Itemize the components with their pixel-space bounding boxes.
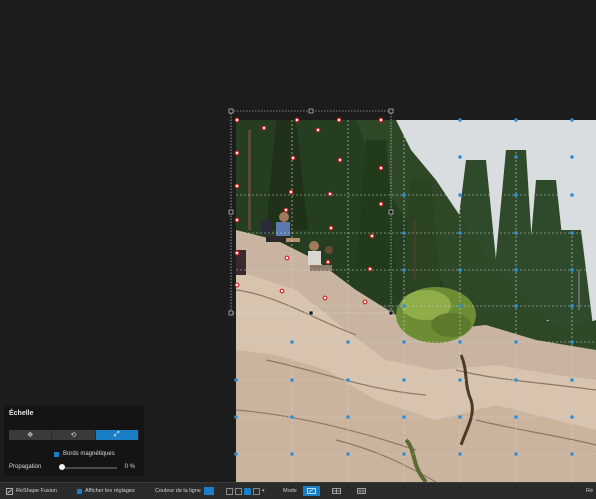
move-mode-button[interactable]: ✥ bbox=[9, 430, 53, 440]
layout-single-button[interactable] bbox=[226, 487, 233, 495]
grid-lines bbox=[236, 120, 596, 482]
selection-box[interactable] bbox=[228, 108, 394, 316]
selection-handles[interactable] bbox=[228, 108, 394, 316]
view-mode-mesh-button[interactable] bbox=[353, 486, 370, 496]
transform-mode-buttons: ✥ ⟲ ⤢ bbox=[9, 430, 139, 440]
scale-mode-button[interactable]: ⤢ bbox=[95, 430, 139, 440]
layout-buttons: ▾ bbox=[226, 483, 265, 499]
mode-label: Mode bbox=[283, 488, 297, 494]
chevron-down-icon[interactable]: ▾ bbox=[262, 488, 265, 494]
line-color-swatch[interactable] bbox=[204, 483, 214, 499]
propagation-value: 0 % bbox=[124, 464, 135, 470]
bottom-toolbar: ReShape Fusion Afficher les réglages Cou… bbox=[0, 482, 596, 499]
grid-icon bbox=[332, 488, 341, 494]
app-logo-icon bbox=[6, 483, 13, 499]
view-mode-overlay-button[interactable] bbox=[303, 486, 320, 496]
line-color-label: Couleur de la ligne bbox=[155, 488, 201, 494]
scale-icon: ⤢ bbox=[114, 431, 120, 438]
view-mode-grid-button[interactable] bbox=[328, 486, 345, 496]
control-points[interactable] bbox=[234, 117, 384, 305]
propagation-slider-track[interactable] bbox=[61, 467, 117, 469]
show-settings-label[interactable]: Afficher les réglages bbox=[85, 483, 135, 499]
layout-split-horizontal-button[interactable] bbox=[244, 487, 251, 495]
rotate-mode-button[interactable]: ⟲ bbox=[52, 430, 96, 440]
layout-split-vertical-button[interactable] bbox=[235, 487, 242, 495]
magnetic-edges-label: Bords magnétiques bbox=[63, 451, 115, 457]
propagation-control: Propagation 0 % bbox=[9, 464, 141, 472]
panel-title: Échelle bbox=[9, 410, 34, 417]
settings-toggle-icon[interactable] bbox=[77, 483, 82, 499]
layout-quad-button[interactable] bbox=[253, 487, 260, 495]
magnetic-edges-checkbox[interactable] bbox=[54, 451, 59, 457]
overlay-icon bbox=[307, 488, 316, 494]
mesh-icon bbox=[357, 488, 366, 494]
view-mode-buttons bbox=[303, 483, 370, 499]
scale-panel: Échelle ✥ ⟲ ⤢ Bords magnétiques Propagat… bbox=[4, 406, 144, 476]
move-icon: ✥ bbox=[27, 432, 34, 439]
app-title: ReShape Fusion bbox=[16, 488, 57, 494]
propagation-slider-thumb[interactable] bbox=[59, 464, 65, 470]
propagation-label: Propagation bbox=[9, 464, 42, 470]
reset-label[interactable]: Ré bbox=[586, 483, 593, 499]
rotate-icon: ⟲ bbox=[70, 432, 77, 439]
magnetic-edges-option[interactable]: Bords magnétiques bbox=[54, 451, 115, 457]
